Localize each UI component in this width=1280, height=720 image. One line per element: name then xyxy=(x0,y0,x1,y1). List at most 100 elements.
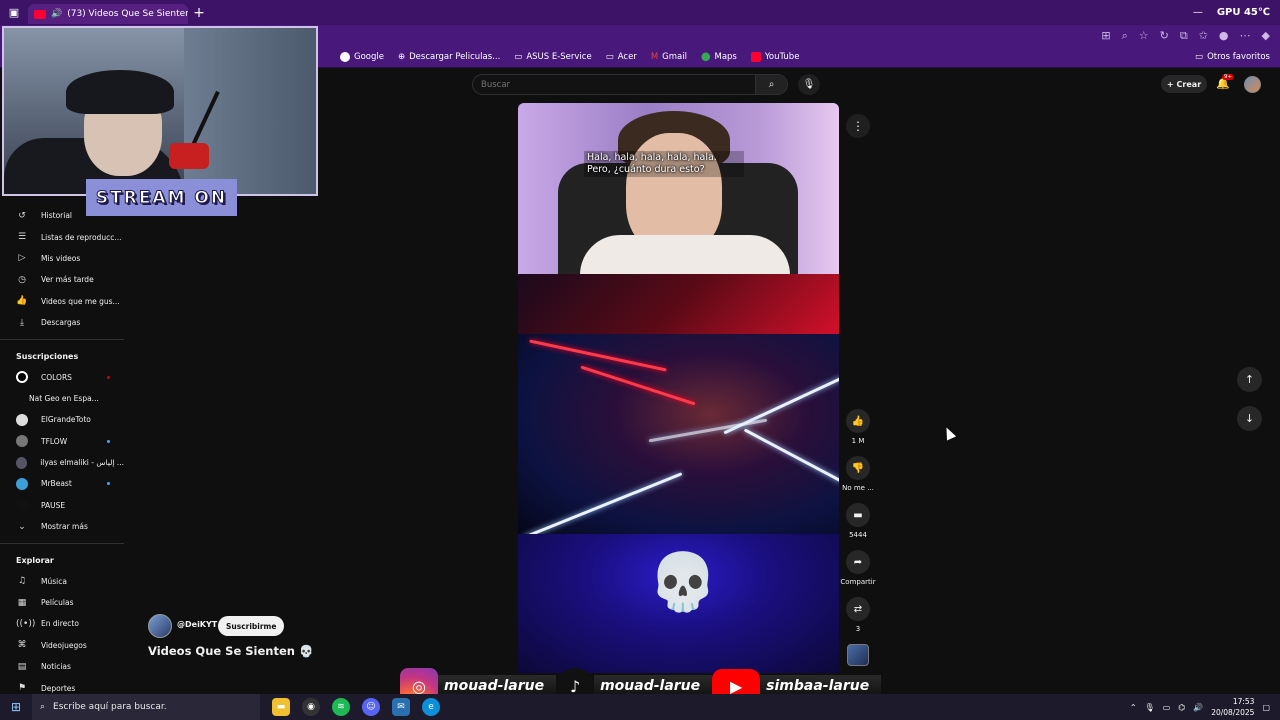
sidebar-show-more[interactable]: ⌄ Mostrar más xyxy=(0,516,124,537)
history-icon: ↺ xyxy=(18,210,26,221)
voice-search-button[interactable]: 🎙 xyxy=(798,74,820,95)
share-label: Compartir xyxy=(840,578,876,586)
file-explorer-icon[interactable]: ▬ xyxy=(272,698,290,716)
sidebar-explore-news[interactable]: ▤ Noticias xyxy=(0,656,124,677)
sidebar-sub-elgrandetoto[interactable]: ElGrandeToto xyxy=(0,409,124,430)
tab-active[interactable]: 🔊 (73) Videos Que Se Sienten 💀 ✕ xyxy=(28,4,188,24)
gamepad-icon: ⌘ xyxy=(17,640,27,651)
new-tab-button[interactable]: + xyxy=(188,5,210,21)
comment-count: 5444 xyxy=(849,531,867,539)
bookmark-acer[interactable]: ▭ Acer xyxy=(606,52,637,62)
copilot-icon[interactable]: ◆ xyxy=(1262,29,1270,43)
bookmark-gmail[interactable]: M Gmail xyxy=(651,52,687,62)
video-top-panel: Hala, hala, hala, hala, hala. Pero, ¿cuá… xyxy=(518,103,839,275)
webcam-microphone xyxy=(169,143,209,169)
chevron-up-icon[interactable]: ⌃ xyxy=(1130,703,1137,712)
edge-icon[interactable]: e xyxy=(422,698,440,716)
next-short-button[interactable]: ↓ xyxy=(1237,406,1262,431)
sidebar-sub-colors[interactable]: COLORS xyxy=(0,366,124,387)
webcam-overlay xyxy=(2,26,318,196)
clock[interactable]: 17:53 20/08/2025 xyxy=(1211,696,1254,718)
minimize-icon[interactable]: — xyxy=(1193,7,1203,18)
previous-short-button[interactable]: ↑ xyxy=(1237,367,1262,392)
more-icon[interactable]: ⋯ xyxy=(1240,29,1251,43)
sidebar-item-watch-later[interactable]: ◷ Ver más tarde xyxy=(0,269,124,290)
notifications-icon[interactable]: ▢ xyxy=(1262,703,1270,712)
browser-titlebar: ▣ 🔊 (73) Videos Que Se Sienten 💀 ✕ + — G… xyxy=(0,0,1280,25)
comments-button[interactable]: ▬ 5444 xyxy=(840,503,876,539)
channel-name[interactable]: @DeiKYT xyxy=(177,620,217,629)
mic-icon: 🎙 xyxy=(802,79,816,90)
sidebar-explore-live[interactable]: ((•)) En directo xyxy=(0,613,124,634)
network-icon[interactable]: ⌬ xyxy=(1178,703,1185,712)
avatar xyxy=(16,456,28,469)
notifications-button[interactable]: 🔔 9+ xyxy=(1216,74,1235,90)
avatar xyxy=(16,435,28,448)
like-icon: 👍 xyxy=(16,296,28,307)
battery-icon[interactable]: ▭ xyxy=(1163,703,1171,712)
channel-avatar[interactable] xyxy=(148,614,172,638)
bookmark-asus[interactable]: ▭ ASUS E-Service xyxy=(514,52,591,62)
remix-button[interactable]: ⇄ 3 xyxy=(840,597,876,633)
playlist-icon: ☰ xyxy=(17,232,27,243)
search-button[interactable]: ⌕ xyxy=(755,75,787,94)
sidebar-explore-movies[interactable]: ▦ Películas xyxy=(0,592,124,613)
notification-badge: 9+ xyxy=(1222,74,1235,80)
bookmark-maps[interactable]: ⬤ Maps xyxy=(701,52,737,62)
bookmark-descargar[interactable]: ⊕ Descargar Peliculas... xyxy=(398,52,500,62)
youtube-favicon-icon xyxy=(34,9,46,19)
sidebar-sub-ilyas[interactable]: ilyas elmaliki - إلياس ... xyxy=(0,452,124,473)
obs-icon[interactable]: ◉ xyxy=(302,698,320,716)
profile-icon[interactable]: ● xyxy=(1219,29,1229,43)
sidebar-item-downloads[interactable]: ⤓ Descargas xyxy=(0,312,124,333)
mouse-cursor-icon xyxy=(941,425,957,441)
favorites-icon[interactable]: ✩ xyxy=(1199,29,1208,43)
apps-icon[interactable]: ⊞ xyxy=(1101,29,1110,43)
taskbar-search[interactable]: ⌕ Escribe aquí para buscar. xyxy=(32,694,260,720)
short-more-options-button[interactable]: ⋮ xyxy=(846,114,870,138)
subscriptions-heading: Suscripciones xyxy=(16,351,79,361)
zoom-icon[interactable]: ⌕ xyxy=(1122,29,1128,43)
volume-icon[interactable]: 🔊 xyxy=(1193,703,1203,712)
start-button[interactable]: ⊞ xyxy=(0,694,32,720)
mic-icon[interactable]: 🎙 xyxy=(1145,703,1155,712)
sidebar-explore-gaming[interactable]: ⌘ Videojuegos xyxy=(0,635,124,656)
avatar xyxy=(16,371,28,384)
dislike-button[interactable]: 👎 No me ... xyxy=(840,456,876,492)
sidebar-sub-mrbeast[interactable]: MrBeast xyxy=(0,473,124,494)
sidebar-item-playlists[interactable]: ☰ Listas de reproducc... xyxy=(0,226,124,247)
favorite-star-icon[interactable]: ☆ xyxy=(1139,29,1149,43)
sidebar-sub-pause[interactable]: PAUSE xyxy=(0,495,124,516)
arrow-up-icon: ↑ xyxy=(1244,373,1255,386)
window-menu-icon[interactable]: ▣ xyxy=(0,0,28,25)
other-favorites[interactable]: ▭ Otros favoritos xyxy=(1195,52,1270,62)
new-content-dot xyxy=(107,482,110,486)
sidebar-item-my-videos[interactable]: ▷ Mis videos xyxy=(0,248,124,269)
bookmark-google[interactable]: Google xyxy=(340,52,384,62)
share-button[interactable]: ➦ Compartir xyxy=(840,550,876,586)
sidebar-sub-tflow[interactable]: TFLOW xyxy=(0,431,124,452)
discord-icon[interactable]: ☺ xyxy=(362,698,380,716)
skull-emoji: 💀 xyxy=(648,550,718,615)
extensions-icon[interactable]: ⧉ xyxy=(1180,29,1188,43)
short-video-player[interactable]: Hala, hala, hala, hala, hala. Pero, ¿cuá… xyxy=(518,103,839,673)
create-button[interactable]: + Crear xyxy=(1161,75,1207,93)
maps-pin-icon: ⬤ xyxy=(700,52,711,62)
account-avatar[interactable] xyxy=(1244,76,1261,93)
search-input[interactable] xyxy=(473,79,755,90)
my-videos-icon: ▷ xyxy=(18,253,26,264)
red-light-streak xyxy=(580,365,696,406)
sidebar-sub-natgeo[interactable]: Nat Geo en Espa... xyxy=(0,388,124,409)
speaker-icon[interactable]: 🔊 xyxy=(51,9,62,19)
sound-channel-thumbnail[interactable] xyxy=(847,644,869,666)
sidebar-explore-music[interactable]: ♫ Música xyxy=(0,570,124,591)
bookmark-youtube[interactable]: YouTube xyxy=(750,52,799,62)
google-icon xyxy=(340,52,350,62)
subscribe-button[interactable]: Suscribirme xyxy=(218,616,285,636)
app-icon[interactable]: ✉ xyxy=(392,698,410,716)
sidebar-item-liked[interactable]: 👍 Videos que me gus... xyxy=(0,291,124,312)
refresh-icon[interactable]: ↻ xyxy=(1160,29,1169,43)
spotify-icon[interactable]: ≋ xyxy=(332,698,350,716)
taskbar-apps: ▬ ◉ ≋ ☺ ✉ e xyxy=(272,698,440,716)
like-button[interactable]: 👍 1 M xyxy=(840,409,876,445)
